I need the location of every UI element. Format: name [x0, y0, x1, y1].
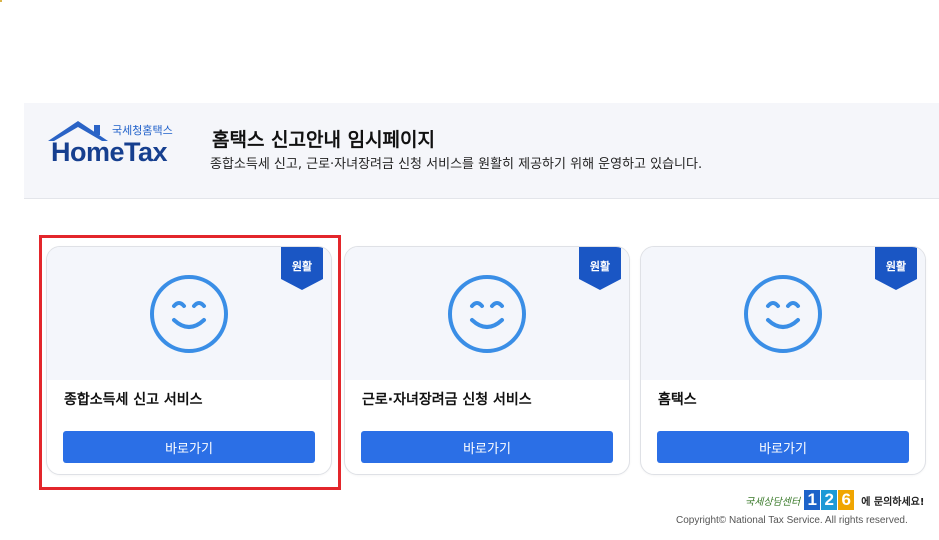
page-description: 종합소득세 신고, 근로·자녀장려금 신청 서비스를 원활히 제공하기 위해 운… — [210, 157, 703, 172]
hometax-logo[interactable]: 국세청홈택스 HomeTax — [44, 119, 184, 167]
callcenter-digit: 6 — [838, 490, 855, 510]
callcenter-number: 1 2 6 — [804, 490, 855, 510]
status-badge: 원활 — [875, 247, 917, 290]
callcenter-banner: 국세상담센터 1 2 6 에 문의하세요! — [745, 489, 924, 511]
status-label: 원활 — [589, 260, 611, 273]
service-card-hometax: 원활 홈택스 바로가기 — [640, 246, 926, 475]
go-button-income-tax[interactable]: 바로가기 — [63, 431, 315, 463]
status-badge: 원활 — [579, 247, 621, 290]
status-badge: 원활 — [281, 247, 323, 290]
callcenter-digit: 1 — [804, 490, 821, 510]
go-button-hometax[interactable]: 바로가기 — [657, 431, 909, 463]
logo-wordmark: HomeTax — [51, 137, 168, 167]
status-label: 원활 — [885, 260, 907, 273]
smile-icon — [448, 275, 526, 353]
smile-icon — [744, 275, 822, 353]
copyright-text: Copyright© National Tax Service. All rig… — [676, 515, 908, 526]
card-status-area: 원활 — [641, 247, 925, 380]
callcenter-name: 국세상담센터 — [745, 496, 801, 508]
go-button-incentive[interactable]: 바로가기 — [361, 431, 613, 463]
card-status-area: 원활 — [47, 247, 331, 380]
logo-subtitle: 국세청홈택스 — [112, 124, 173, 137]
page-title: 홈택스 신고안내 임시페이지 — [212, 129, 435, 151]
card-title: 종합소득세 신고 서비스 — [64, 392, 203, 408]
card-title: 홈택스 — [658, 392, 697, 408]
callcenter-digit: 2 — [821, 490, 838, 510]
header-banner: 국세청홈택스 HomeTax 홈택스 신고안내 임시페이지 종합소득세 신고, … — [24, 103, 939, 199]
smile-icon — [150, 275, 228, 353]
service-card-incentive: 원활 근로·자녀장려금 신청 서비스 바로가기 — [344, 246, 630, 475]
callcenter-text: 에 문의하세요! — [861, 496, 925, 508]
card-title: 근로·자녀장려금 신청 서비스 — [362, 392, 532, 408]
card-status-area: 원활 — [345, 247, 629, 380]
service-card-income-tax: 원활 종합소득세 신고 서비스 바로가기 — [46, 246, 332, 475]
status-label: 원활 — [291, 260, 313, 273]
corner-dot — [0, 0, 2, 2]
